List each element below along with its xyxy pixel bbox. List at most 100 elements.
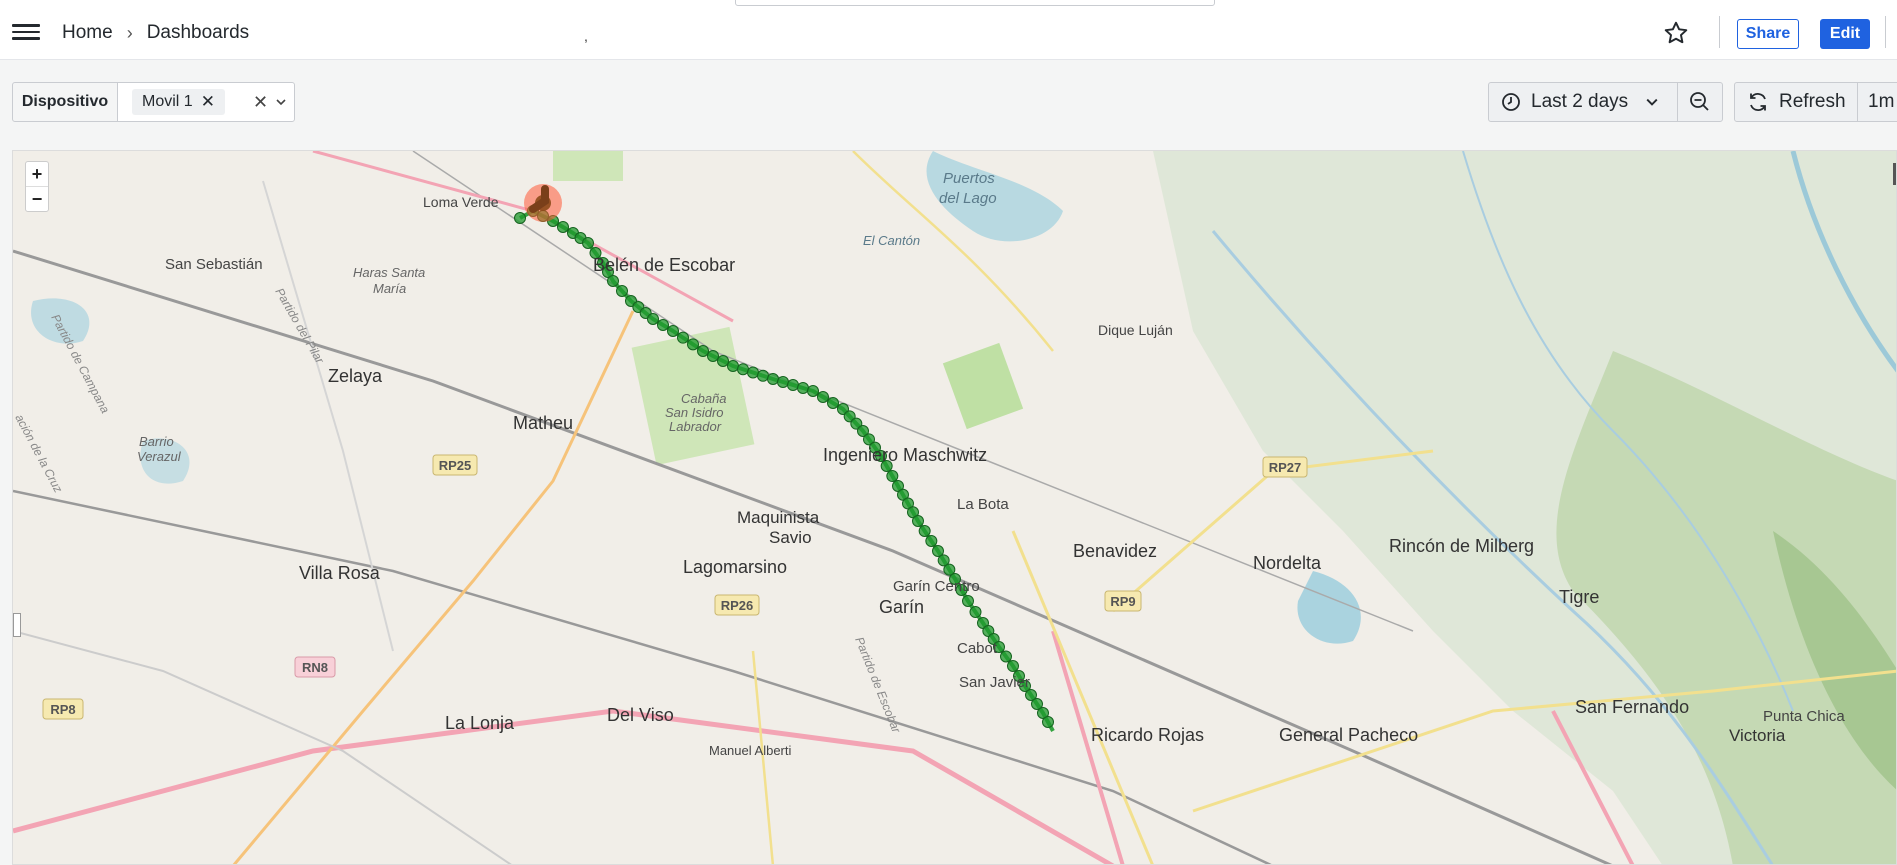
place-label: Garín [879, 597, 924, 617]
selected-chip: Movil 1 ✕ [132, 89, 225, 115]
map-road [232, 310, 635, 864]
clock-icon [1502, 93, 1520, 111]
time-range-label: Last 2 days [1531, 91, 1629, 112]
place-label: Zelaya [328, 366, 383, 386]
place-label: Tigre [1559, 587, 1599, 607]
divider [1719, 16, 1720, 48]
chevron-down-icon [1646, 98, 1658, 106]
breadcrumb: Home › Dashboards [62, 22, 249, 44]
track-point[interactable] [727, 360, 739, 372]
map-park [553, 151, 623, 181]
place-label: San Isidro [665, 405, 724, 420]
chevron-down-icon[interactable] [276, 97, 286, 107]
zoom-out-button[interactable]: − [26, 186, 48, 211]
track-point[interactable] [1042, 716, 1054, 728]
place-label: San Javier [959, 674, 1030, 691]
map-highway [13, 708, 1115, 864]
track-point[interactable] [1007, 660, 1019, 672]
zoom-in-button[interactable]: + [26, 162, 48, 186]
remove-chip-icon[interactable]: ✕ [201, 92, 215, 112]
divider [1885, 16, 1886, 48]
route-label: RP9 [1110, 594, 1135, 609]
place-label: Rincón de Milberg [1389, 536, 1534, 556]
place-label: Partido del Pilar [272, 286, 327, 367]
panel-resize-handle[interactable] [1893, 163, 1896, 185]
track-point[interactable] [757, 369, 769, 382]
place-label: General Pacheco [1279, 725, 1418, 745]
track-point[interactable] [747, 366, 759, 379]
track-point[interactable] [707, 350, 719, 362]
track-point[interactable] [697, 345, 709, 357]
track-point[interactable] [717, 355, 729, 367]
place-label: Matheu [513, 413, 573, 433]
track-point[interactable] [962, 595, 974, 607]
place-label: Victoria [1729, 726, 1786, 745]
place-label: La Lonja [445, 713, 515, 733]
track-point[interactable] [817, 391, 829, 403]
track-point[interactable] [918, 525, 931, 537]
track-point[interactable] [687, 338, 699, 351]
track-point[interactable] [667, 325, 679, 337]
variable-label: Dispositivo [12, 82, 118, 122]
zoom-out-icon [1690, 92, 1709, 111]
refresh-button[interactable]: Refresh [1734, 82, 1858, 122]
track-point[interactable] [582, 237, 594, 249]
place-label: Partido de Escobar [852, 635, 904, 736]
menu-icon[interactable] [12, 20, 40, 42]
place-label: Savio [769, 528, 812, 547]
time-range-picker[interactable]: Last 2 days [1488, 82, 1678, 122]
track-point[interactable] [514, 212, 526, 224]
zoom-out-time-button[interactable] [1677, 82, 1723, 122]
star-icon[interactable] [1663, 20, 1689, 46]
place-label: Manuel Alberti [709, 743, 791, 758]
track-point[interactable] [787, 379, 799, 391]
place-label: Loma Verde [423, 194, 499, 210]
map-canvas[interactable]: RP25 RP26 RP27 RP9 RN8 RP8 Loma Verde Sa… [13, 151, 1897, 865]
track-point[interactable] [647, 313, 659, 325]
chip-label: Movil 1 [142, 93, 193, 110]
track-point[interactable] [616, 285, 628, 297]
track-point[interactable] [677, 331, 689, 344]
device-select[interactable]: Movil 1 ✕ ✕ [117, 82, 295, 122]
track-point[interactable] [607, 275, 619, 287]
search-bar[interactable] [735, 0, 1215, 6]
map-panel[interactable]: RP25 RP26 RP27 RP9 RN8 RP8 Loma Verde Sa… [12, 150, 1897, 865]
track-point[interactable] [1000, 650, 1012, 663]
breadcrumb-home[interactable]: Home [62, 22, 113, 44]
place-label: Labrador [669, 419, 722, 434]
map-highway [1051, 630, 1125, 864]
track-point[interactable] [912, 515, 924, 527]
track-point[interactable] [827, 397, 839, 409]
place-label: Maquinista [737, 508, 820, 527]
clear-icon[interactable]: ✕ [253, 92, 268, 113]
share-button[interactable]: Share [1737, 19, 1799, 49]
route-label: RP27 [1269, 460, 1302, 475]
panel-edge-handle[interactable] [13, 613, 21, 637]
place-label: Del Viso [607, 705, 674, 725]
top-bar: Home › Dashboards , Share Edit [0, 0, 1897, 60]
title-fragment: , [584, 28, 588, 44]
place-label: El Cantón [863, 233, 920, 248]
track-point[interactable] [886, 470, 899, 482]
track-point[interactable] [797, 382, 809, 394]
refresh-label: Refresh [1779, 91, 1846, 112]
place-label: Dique Luján [1098, 322, 1173, 338]
track-point[interactable] [767, 373, 779, 385]
place-label: Haras Santa [353, 265, 425, 280]
track-point[interactable] [657, 319, 669, 331]
route-label: RN8 [302, 660, 328, 675]
track-point[interactable] [557, 221, 569, 233]
place-label: San Fernando [1575, 697, 1689, 717]
map-zoom-control: + − [25, 161, 49, 212]
track-point[interactable] [969, 606, 982, 618]
map-lake [1297, 571, 1361, 644]
place-label: Belén de Escobar [593, 255, 735, 275]
track-point[interactable] [737, 363, 749, 376]
track-point[interactable] [777, 376, 789, 388]
edit-button[interactable]: Edit [1820, 19, 1870, 49]
refresh-interval-select[interactable]: 1m [1857, 82, 1897, 122]
track-point[interactable] [807, 385, 819, 397]
route-label: RP26 [721, 598, 754, 613]
breadcrumb-dashboards[interactable]: Dashboards [147, 22, 249, 44]
track-point[interactable] [925, 535, 938, 547]
